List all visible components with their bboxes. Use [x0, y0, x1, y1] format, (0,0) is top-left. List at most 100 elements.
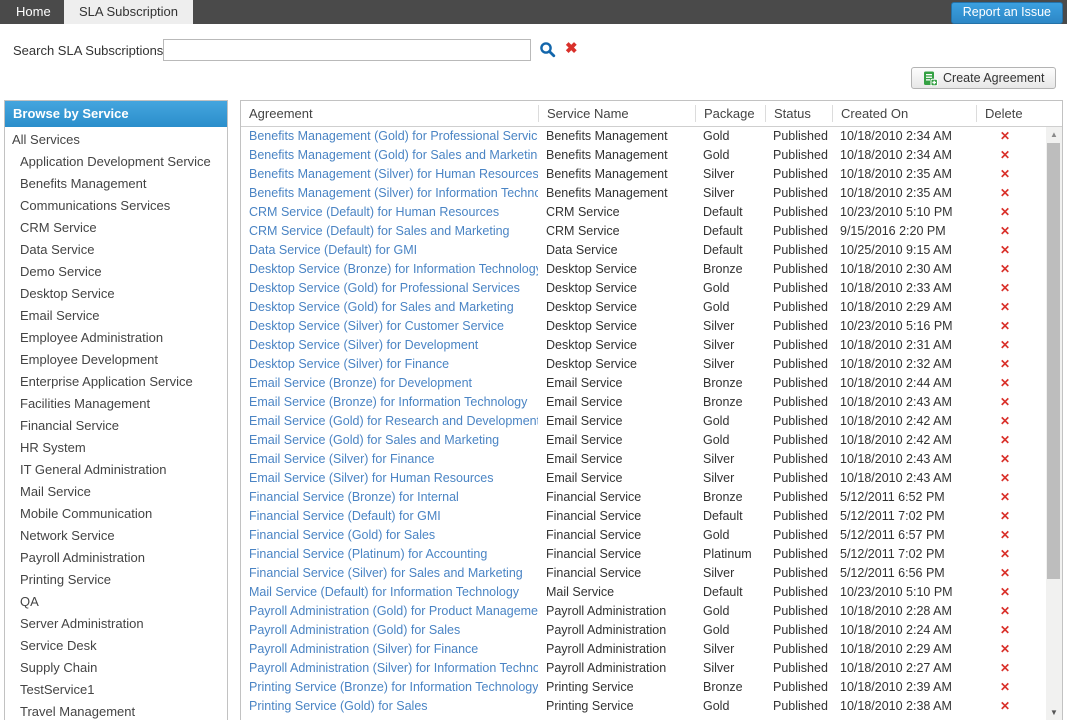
agreement-link[interactable]: CRM Service (Default) for Sales and Mark… — [241, 222, 538, 241]
sidebar-item-hr-system[interactable]: HR System — [5, 437, 227, 459]
delete-row-icon[interactable]: ✕ — [976, 431, 1046, 450]
agreement-link[interactable]: Financial Service (Silver) for Sales and… — [241, 564, 538, 583]
table-scrollbar[interactable]: ▲ ▼ — [1046, 127, 1062, 720]
delete-row-icon[interactable]: ✕ — [976, 583, 1046, 602]
sidebar-item-payroll-administration[interactable]: Payroll Administration — [5, 547, 227, 569]
sidebar-item-data-service[interactable]: Data Service — [5, 239, 227, 261]
agreement-link[interactable]: Financial Service (Bronze) for Internal — [241, 488, 538, 507]
delete-row-icon[interactable]: ✕ — [976, 526, 1046, 545]
agreement-link[interactable]: Financial Service (Default) for GMI — [241, 507, 538, 526]
agreement-link[interactable]: Desktop Service (Silver) for Customer Se… — [241, 317, 538, 336]
delete-row-icon[interactable]: ✕ — [976, 355, 1046, 374]
delete-row-icon[interactable]: ✕ — [976, 697, 1046, 716]
delete-row-icon[interactable]: ✕ — [976, 450, 1046, 469]
agreement-link[interactable]: Email Service (Gold) for Research and De… — [241, 412, 538, 431]
delete-row-icon[interactable]: ✕ — [976, 393, 1046, 412]
sidebar-item-qa[interactable]: QA — [5, 591, 227, 613]
sidebar-item-communications-services[interactable]: Communications Services — [5, 195, 227, 217]
sidebar-item-network-service[interactable]: Network Service — [5, 525, 227, 547]
agreement-link[interactable]: Desktop Service (Gold) for Sales and Mar… — [241, 298, 538, 317]
agreement-link[interactable]: Email Service (Silver) for Finance — [241, 450, 538, 469]
agreement-link[interactable]: Benefits Management (Gold) for Sales and… — [241, 146, 538, 165]
delete-row-icon[interactable]: ✕ — [976, 659, 1046, 678]
delete-row-icon[interactable]: ✕ — [976, 564, 1046, 583]
delete-row-icon[interactable]: ✕ — [976, 336, 1046, 355]
agreement-link[interactable]: Benefits Management (Silver) for Human R… — [241, 165, 538, 184]
delete-row-icon[interactable]: ✕ — [976, 545, 1046, 564]
delete-row-icon[interactable]: ✕ — [976, 412, 1046, 431]
delete-row-icon[interactable]: ✕ — [976, 602, 1046, 621]
sidebar-item-testservice1[interactable]: TestService1 — [5, 679, 227, 701]
sidebar-item-benefits-management[interactable]: Benefits Management — [5, 173, 227, 195]
agreement-link[interactable]: Payroll Administration (Silver) for Fina… — [241, 640, 538, 659]
sidebar-item-mobile-communication[interactable]: Mobile Communication — [5, 503, 227, 525]
sidebar-item-printing-service[interactable]: Printing Service — [5, 569, 227, 591]
agreement-link[interactable]: Benefits Management (Silver) for Informa… — [241, 184, 538, 203]
search-input[interactable] — [163, 39, 531, 61]
agreement-link[interactable]: Email Service (Gold) for Sales and Marke… — [241, 431, 538, 450]
agreement-link[interactable]: Payroll Administration (Gold) for Sales — [241, 621, 538, 640]
agreement-link[interactable]: Desktop Service (Silver) for Development — [241, 336, 538, 355]
sidebar-item-all-services[interactable]: All Services — [5, 129, 227, 151]
sidebar-item-employee-administration[interactable]: Employee Administration — [5, 327, 227, 349]
delete-row-icon[interactable]: ✕ — [976, 488, 1046, 507]
sidebar-item-enterprise-application-service[interactable]: Enterprise Application Service — [5, 371, 227, 393]
sidebar-item-application-development-service[interactable]: Application Development Service — [5, 151, 227, 173]
create-agreement-button[interactable]: Create Agreement — [911, 67, 1056, 89]
agreement-link[interactable]: Financial Service (Platinum) for Account… — [241, 545, 538, 564]
delete-row-icon[interactable]: ✕ — [976, 203, 1046, 222]
agreement-link[interactable]: Desktop Service (Gold) for Professional … — [241, 279, 538, 298]
tab-home[interactable]: Home — [0, 0, 67, 24]
agreement-link[interactable]: CRM Service (Default) for Human Resource… — [241, 203, 538, 222]
agreement-link[interactable]: Printing Service (Gold) for Sales — [241, 697, 538, 716]
agreement-link[interactable]: Printing Service (Bronze) for Informatio… — [241, 678, 538, 697]
delete-row-icon[interactable]: ✕ — [976, 184, 1046, 203]
delete-row-icon[interactable]: ✕ — [976, 260, 1046, 279]
sidebar-item-email-service[interactable]: Email Service — [5, 305, 227, 327]
delete-row-icon[interactable]: ✕ — [976, 241, 1046, 260]
sidebar-item-financial-service[interactable]: Financial Service — [5, 415, 227, 437]
search-icon[interactable] — [539, 41, 556, 58]
agreement-link[interactable]: Email Service (Silver) for Human Resourc… — [241, 469, 538, 488]
sidebar-item-supply-chain[interactable]: Supply Chain — [5, 657, 227, 679]
sidebar-item-travel-management[interactable]: Travel Management — [5, 701, 227, 720]
scrollbar-thumb[interactable] — [1047, 143, 1060, 579]
tab-sla-subscription[interactable]: SLA Subscription — [64, 0, 193, 24]
sidebar-item-mail-service[interactable]: Mail Service — [5, 481, 227, 503]
delete-row-icon[interactable]: ✕ — [976, 222, 1046, 241]
agreement-link[interactable]: Desktop Service (Silver) for Finance — [241, 355, 538, 374]
delete-row-icon[interactable]: ✕ — [976, 127, 1046, 146]
agreement-link[interactable]: Benefits Management (Gold) for Professio… — [241, 127, 538, 146]
agreement-link[interactable]: Data Service (Default) for GMI — [241, 241, 538, 260]
delete-row-icon[interactable]: ✕ — [976, 374, 1046, 393]
sidebar-item-demo-service[interactable]: Demo Service — [5, 261, 227, 283]
agreement-link[interactable]: Email Service (Bronze) for Development — [241, 374, 538, 393]
scrollbar-up-arrow-icon[interactable]: ▲ — [1046, 128, 1062, 141]
report-an-issue-button[interactable]: Report an Issue — [951, 2, 1063, 24]
agreement-link[interactable]: Email Service (Bronze) for Information T… — [241, 393, 538, 412]
delete-row-icon[interactable]: ✕ — [976, 507, 1046, 526]
delete-row-icon[interactable]: ✕ — [976, 621, 1046, 640]
sidebar-item-employee-development[interactable]: Employee Development — [5, 349, 227, 371]
agreement-link[interactable]: Financial Service (Gold) for Sales — [241, 526, 538, 545]
delete-row-icon[interactable]: ✕ — [976, 317, 1046, 336]
agreement-link[interactable]: Payroll Administration (Gold) for Produc… — [241, 602, 538, 621]
delete-row-icon[interactable]: ✕ — [976, 298, 1046, 317]
sidebar-item-server-administration[interactable]: Server Administration — [5, 613, 227, 635]
clear-search-icon[interactable]: ✖ — [565, 40, 578, 58]
agreement-link[interactable]: Payroll Administration (Silver) for Info… — [241, 659, 538, 678]
sidebar-item-desktop-service[interactable]: Desktop Service — [5, 283, 227, 305]
agreement-link[interactable]: Mail Service (Default) for Information T… — [241, 583, 538, 602]
delete-row-icon[interactable]: ✕ — [976, 469, 1046, 488]
sidebar-item-crm-service[interactable]: CRM Service — [5, 217, 227, 239]
sidebar-item-service-desk[interactable]: Service Desk — [5, 635, 227, 657]
delete-row-icon[interactable]: ✕ — [976, 678, 1046, 697]
delete-row-icon[interactable]: ✕ — [976, 165, 1046, 184]
delete-row-icon[interactable]: ✕ — [976, 640, 1046, 659]
sidebar-item-facilities-management[interactable]: Facilities Management — [5, 393, 227, 415]
sidebar-item-it-general-administration[interactable]: IT General Administration — [5, 459, 227, 481]
delete-row-icon[interactable]: ✕ — [976, 279, 1046, 298]
agreement-link[interactable]: Desktop Service (Bronze) for Information… — [241, 260, 538, 279]
delete-row-icon[interactable]: ✕ — [976, 146, 1046, 165]
scrollbar-down-arrow-icon[interactable]: ▼ — [1046, 706, 1062, 719]
